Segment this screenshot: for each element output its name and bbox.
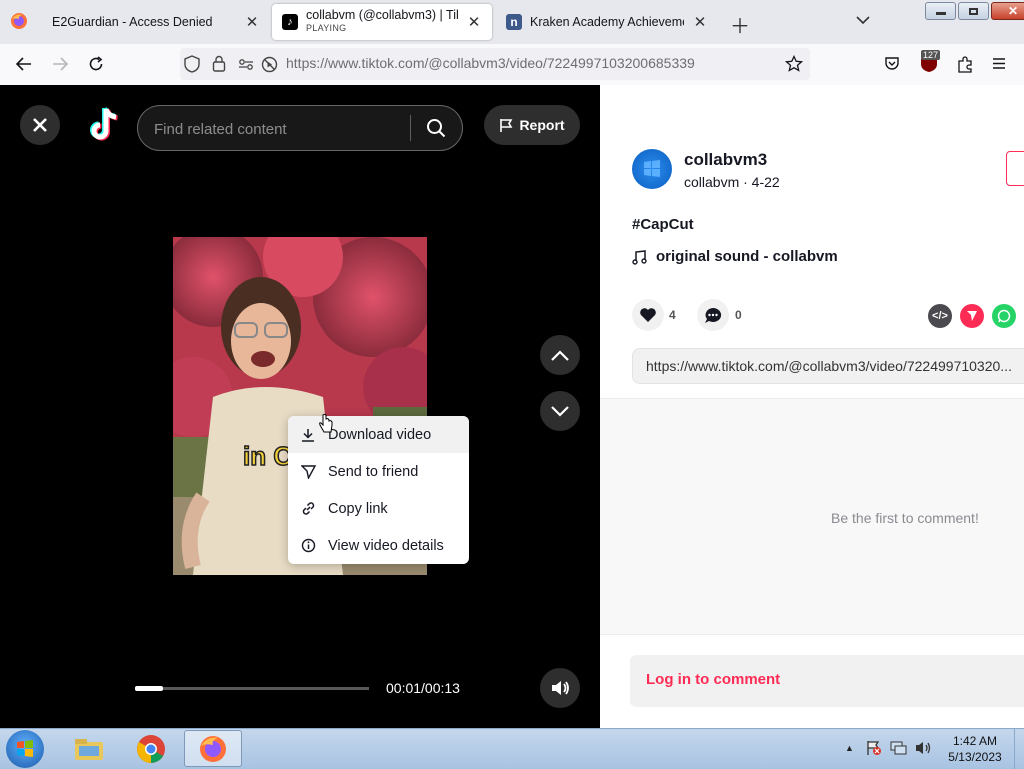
minimize-button[interactable]	[925, 2, 956, 20]
firefox-menu-icon[interactable]	[10, 12, 28, 30]
app-menu-icon[interactable]	[992, 57, 1006, 73]
search-input[interactable]	[152, 116, 396, 142]
bookmark-star-icon[interactable]	[784, 54, 804, 76]
like-button[interactable]	[632, 299, 664, 331]
extensions-icon[interactable]	[957, 56, 973, 76]
file-explorer-taskbar-icon[interactable]	[70, 732, 108, 766]
video-player-pane: Report in C	[0, 85, 600, 728]
close-window-button[interactable]: ✕	[991, 2, 1024, 20]
start-button[interactable]	[6, 730, 44, 768]
navigation-bar: https://www.tiktok.com/@collabvm3/video/…	[0, 44, 1024, 86]
tiktok-favicon-icon: ♪	[282, 14, 298, 30]
list-tabs-icon[interactable]	[856, 13, 870, 28]
related-search-box	[137, 105, 463, 151]
post-details-pane: collabvm3 collabvm · 4-22 #CapCut origin…	[600, 85, 1024, 728]
forward-button[interactable]	[46, 50, 74, 78]
search-divider	[410, 115, 411, 141]
tab-bar: E2Guardian - Access Denied ✕ ♪ collabvm …	[0, 0, 1024, 44]
send-to-friend-icon[interactable]	[960, 304, 984, 328]
empty-comments-text: Be the first to comment!	[831, 510, 979, 526]
follow-button[interactable]	[1006, 151, 1024, 186]
report-button[interactable]: Report	[484, 105, 580, 145]
maximize-button[interactable]	[958, 2, 989, 20]
kraken-favicon-icon: n	[506, 14, 522, 30]
like-count: 4	[669, 308, 676, 322]
avatar[interactable]	[632, 149, 672, 189]
music-note-icon	[632, 250, 647, 268]
video-time: 00:01/00:13	[386, 680, 460, 696]
tab-kraken[interactable]: n Kraken Academy Achievements ✕	[496, 4, 718, 40]
user-subtitle: collabvm · 4-22	[684, 174, 780, 190]
taskbar: ▲ 1:42 AM 5/13/2023	[0, 728, 1024, 769]
flag-icon	[500, 118, 513, 132]
show-hidden-icons-icon[interactable]: ▲	[845, 743, 854, 753]
login-to-comment-link[interactable]: Log in to comment	[646, 671, 780, 688]
window-controls: ✕	[925, 2, 1024, 20]
tab-close-icon[interactable]: ✕	[244, 13, 260, 31]
tab-tiktok[interactable]: ♪ collabvm (@collabvm3) | TikTok PLAYING…	[272, 4, 492, 40]
reload-button[interactable]	[82, 50, 110, 78]
permissions-icon[interactable]	[238, 57, 254, 74]
embed-icon[interactable]: </>	[928, 304, 952, 328]
new-tab-icon[interactable]: ＋	[730, 10, 750, 39]
speaker-icon	[552, 681, 569, 695]
clock[interactable]: 1:42 AM 5/13/2023	[940, 733, 1010, 765]
volume-button[interactable]	[540, 668, 580, 708]
tab-e2guardian[interactable]: E2Guardian - Access Denied ✕	[42, 4, 270, 40]
video-context-menu: Download video Send to friend Copy link …	[288, 416, 469, 564]
extension-badge: 127	[921, 50, 941, 60]
whatsapp-icon[interactable]	[992, 304, 1016, 328]
clock-time: 1:42 AM	[952, 734, 998, 748]
pocket-icon[interactable]	[884, 56, 900, 75]
url-text[interactable]: https://www.tiktok.com/@collabvm3/video/…	[286, 55, 695, 71]
ublock-extension-icon[interactable]: 127	[920, 50, 941, 73]
username[interactable]: collabvm3	[684, 150, 767, 170]
firefox-taskbar-icon[interactable]	[184, 730, 242, 767]
autoplay-blocked-icon[interactable]	[261, 56, 278, 76]
send-icon	[288, 464, 328, 479]
windows-logo-icon	[17, 740, 33, 757]
menu-item-send-to-friend[interactable]: Send to friend	[288, 453, 469, 490]
lock-icon[interactable]	[212, 55, 226, 75]
clock-date: 5/13/2023	[948, 750, 1002, 764]
action-center-flag-icon[interactable]	[866, 740, 882, 759]
heart-icon	[640, 308, 656, 322]
tab-close-icon[interactable]: ✕	[466, 13, 482, 31]
comments-list: Be the first to comment!	[600, 398, 1024, 635]
menu-item-copy-link[interactable]: Copy link	[288, 490, 469, 527]
link-icon	[288, 501, 328, 516]
info-icon	[288, 538, 328, 553]
network-icon[interactable]	[890, 740, 908, 759]
tab-close-icon[interactable]: ✕	[692, 13, 708, 31]
mouse-cursor-icon	[318, 414, 334, 437]
volume-tray-icon[interactable]	[914, 740, 932, 759]
menu-item-download-video[interactable]: Download video	[288, 416, 469, 453]
sound-link[interactable]: original sound - collabvm	[656, 248, 838, 265]
menu-item-view-video-details[interactable]: View video details	[288, 527, 469, 564]
tracking-protection-shield-icon[interactable]	[184, 55, 200, 76]
address-bar[interactable]: https://www.tiktok.com/@collabvm3/video/…	[180, 48, 810, 80]
video-progress-bar[interactable]	[135, 686, 369, 691]
login-to-comment-bar[interactable]: Log in to comment	[630, 655, 1024, 707]
copy-link-box[interactable]: https://www.tiktok.com/@collabvm3/video/…	[632, 348, 1024, 384]
close-video-button[interactable]	[20, 105, 60, 145]
video-progress-fill	[135, 686, 164, 691]
back-button[interactable]	[10, 50, 38, 78]
video-caption-overlay: in C	[243, 441, 292, 471]
hashtag-link[interactable]: #CapCut	[632, 216, 694, 233]
show-desktop-button[interactable]	[1014, 729, 1024, 769]
search-icon[interactable]	[426, 118, 446, 141]
comment-count: 0	[735, 308, 742, 322]
comment-icon	[705, 307, 722, 323]
previous-video-button[interactable]	[540, 335, 580, 375]
next-video-button[interactable]	[540, 391, 580, 431]
link-text: https://www.tiktok.com/@collabvm3/video/…	[646, 358, 1012, 374]
chrome-taskbar-icon[interactable]	[132, 732, 170, 766]
tiktok-logo-icon[interactable]	[86, 105, 122, 145]
comment-button[interactable]	[697, 299, 729, 331]
